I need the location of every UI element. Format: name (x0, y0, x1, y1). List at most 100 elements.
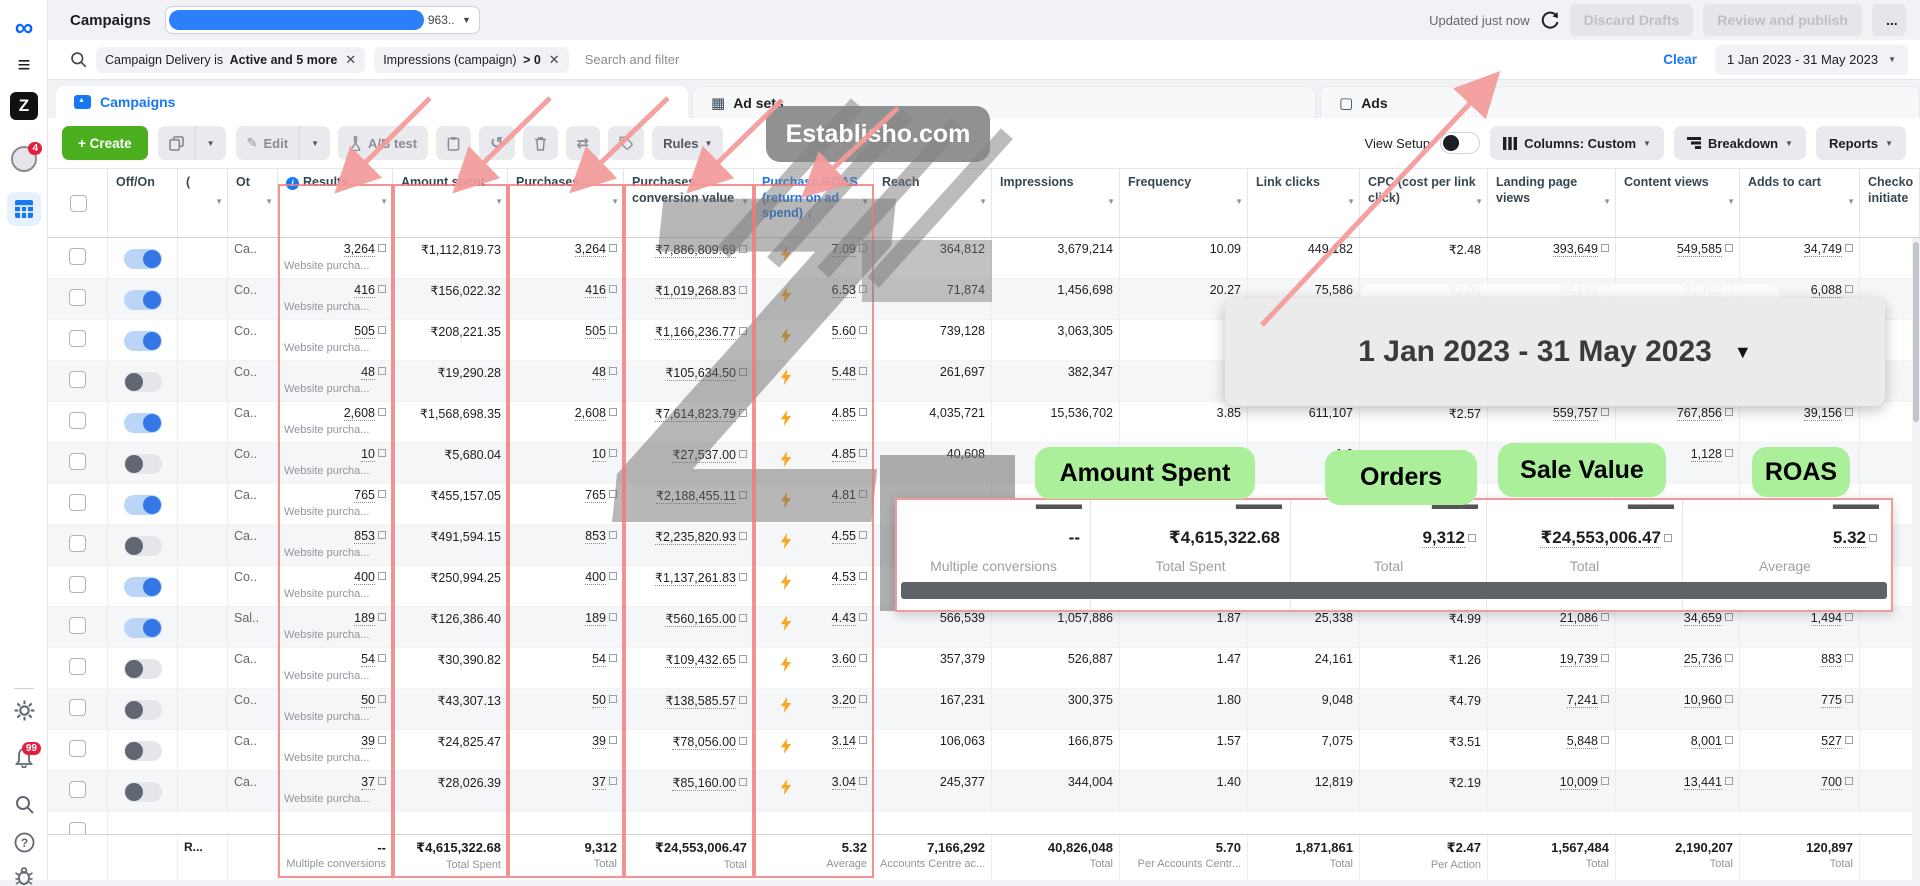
scrollbar-thumb[interactable] (1913, 242, 1919, 422)
filter-chip-impressions[interactable]: Impressions (campaign) > 0 ✕ (374, 47, 569, 73)
ads-reporting-icon[interactable]: 4 (0, 146, 48, 172)
create-button[interactable]: + Create (62, 126, 148, 160)
campaign-toggle[interactable] (124, 782, 162, 802)
select-all-checkbox[interactable] (70, 195, 87, 212)
remove-filter-icon[interactable]: ✕ (549, 52, 560, 68)
pinned-app-icon[interactable]: Z (0, 92, 48, 120)
duplicate-button[interactable] (158, 126, 195, 160)
refresh-icon[interactable] (1540, 10, 1560, 30)
row-checkbox[interactable] (69, 494, 86, 511)
tab-ads[interactable]: ▢ Ads (1320, 86, 1920, 118)
cell-ot: Ca.. (228, 730, 278, 771)
row-checkbox[interactable] (69, 781, 86, 798)
column-header-purchases[interactable]: Purchases▼ (508, 169, 624, 237)
ab-test-button[interactable]: A/B test (338, 126, 428, 160)
attribution-icon (739, 696, 747, 704)
review-publish-button[interactable]: Review and publish (1703, 4, 1862, 36)
column-header-impressions[interactable]: Impressions▼ (992, 169, 1120, 237)
campaign-toggle[interactable] (124, 331, 162, 351)
lightning-bolt-icon (780, 779, 792, 795)
row-checkbox[interactable] (69, 330, 86, 347)
ads-manager-nav-icon[interactable] (0, 192, 48, 226)
column-header-cpc[interactable]: CPC (cost per link click)▼ (1360, 169, 1488, 237)
row-checkbox[interactable] (69, 576, 86, 593)
row-checkbox[interactable] (69, 412, 86, 429)
account-selector[interactable]: 963.. ▼ (165, 6, 480, 34)
row-checkbox[interactable] (69, 371, 86, 388)
column-header-lpv[interactable]: Landing page views▼ (1488, 169, 1616, 237)
column-header-c1[interactable]: (▼ (178, 169, 228, 237)
campaign-toggle[interactable] (124, 495, 162, 515)
cell-spent: ₹1,568,698.35 (393, 402, 508, 443)
duplicate-dropdown-button[interactable]: ▼ (195, 126, 226, 160)
campaign-toggle[interactable] (124, 536, 162, 556)
row-checkbox[interactable] (69, 822, 86, 834)
tab-campaigns[interactable]: Campaigns (56, 86, 688, 118)
campaign-toggle[interactable] (124, 413, 162, 433)
cell-check (48, 648, 108, 689)
undo-button[interactable]: ↺ (479, 126, 514, 160)
campaign-toggle[interactable] (124, 249, 162, 269)
reports-button[interactable]: Reports▼ (1816, 126, 1906, 160)
export-button[interactable]: ⇄ (566, 126, 601, 160)
search-icon[interactable] (0, 794, 48, 815)
remove-filter-icon[interactable]: ✕ (345, 52, 356, 68)
campaign-toggle[interactable] (124, 618, 162, 638)
breakdown-button[interactable]: Breakdown▼ (1674, 126, 1806, 160)
column-header-checkout[interactable]: Checko initiate (1860, 169, 1920, 237)
edit-dropdown-button[interactable]: ▼ (299, 126, 330, 160)
tab-ad-sets[interactable]: ▦ Ad sets (692, 86, 1316, 118)
column-header-pcv[interactable]: Purchases conversion value▼ (624, 169, 754, 237)
row-checkbox[interactable] (69, 453, 86, 470)
campaign-toggle[interactable] (124, 372, 162, 392)
discard-drafts-button[interactable]: Discard Drafts (1570, 4, 1694, 36)
notifications-bell-icon[interactable]: 99 (0, 748, 48, 773)
cell-roas: 4.81 (754, 484, 874, 525)
column-header-atc[interactable]: Adds to cart▼ (1740, 169, 1860, 237)
campaign-toggle[interactable] (124, 700, 162, 720)
help-icon[interactable]: ? (0, 832, 48, 853)
campaign-toggle[interactable] (124, 741, 162, 761)
delete-button[interactable] (523, 126, 558, 160)
meta-logo-icon[interactable]: ∞ (0, 12, 48, 43)
column-header-link_clicks[interactable]: Link clicks▼ (1248, 169, 1360, 237)
campaign-toggle[interactable] (124, 577, 162, 597)
more-options-button[interactable]: ... (1872, 4, 1906, 36)
cell-cpc: ₹2.57 (1360, 402, 1488, 443)
row-checkbox[interactable] (69, 289, 86, 306)
cell-roas: 7.09 (754, 238, 874, 279)
cell-purchases: 2,608 (508, 402, 624, 443)
campaign-toggle[interactable] (124, 659, 162, 679)
rules-button[interactable]: Rules▼ (652, 126, 723, 160)
row-checkbox[interactable] (69, 740, 86, 757)
cell-onoff (108, 402, 178, 443)
view-setup-toggle[interactable] (1440, 132, 1480, 154)
row-checkbox[interactable] (69, 535, 86, 552)
column-header-cv[interactable]: Content views▼ (1616, 169, 1740, 237)
campaign-toggle[interactable] (124, 454, 162, 474)
column-header-results[interactable]: iResults▼ (278, 169, 393, 237)
columns-button[interactable]: Columns: Custom▼ (1490, 126, 1664, 160)
clear-filters-link[interactable]: Clear (1663, 52, 1697, 67)
row-checkbox[interactable] (69, 248, 86, 265)
menu-hamburger-icon[interactable]: ≡ (0, 52, 48, 78)
vertical-scrollbar[interactable] (1912, 238, 1920, 880)
column-header-reach[interactable]: Reach▼ (874, 169, 992, 237)
row-checkbox[interactable] (69, 658, 86, 675)
tag-button[interactable] (608, 126, 644, 160)
column-header-frequency[interactable]: Frequency▼ (1120, 169, 1248, 237)
pin-note-button[interactable] (436, 126, 471, 160)
row-checkbox[interactable] (69, 699, 86, 716)
settings-gear-icon[interactable] (0, 700, 48, 721)
bug-report-icon[interactable] (0, 866, 48, 886)
column-header-roas[interactable]: Purchase ROAS (return on ad spend) ↓▼ (754, 169, 874, 237)
column-header-ot[interactable]: Ot▼ (228, 169, 278, 237)
search-filter-placeholder[interactable]: Search and filter (585, 52, 680, 67)
campaign-toggle[interactable] (124, 290, 162, 310)
date-range-selector[interactable]: 1 Jan 2023 - 31 May 2023 ▼ (1715, 45, 1908, 75)
column-header-spent[interactable]: Amount spent▼ (393, 169, 508, 237)
filter-chip-delivery[interactable]: Campaign Delivery is Active and 5 more ✕ (96, 47, 365, 73)
row-checkbox[interactable] (69, 617, 86, 634)
column-header-onoff[interactable]: Off/On (108, 169, 178, 237)
edit-button[interactable]: ✎Edit (236, 126, 299, 160)
